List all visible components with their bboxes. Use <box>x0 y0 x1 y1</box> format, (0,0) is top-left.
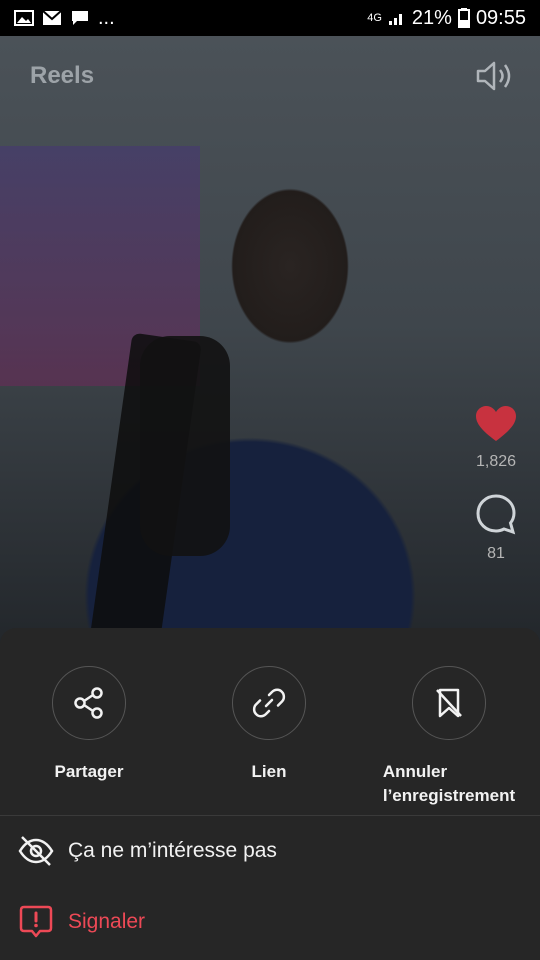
bookmark-remove-icon <box>436 688 462 718</box>
unsave-button[interactable]: Annuler l’enregistrement <box>374 666 524 808</box>
link-label: Lien <box>251 762 287 781</box>
comment-count: 81 <box>487 545 505 562</box>
unsave-label: Annuler l’enregistrement <box>383 760 515 808</box>
battery-icon <box>457 8 470 28</box>
report-icon <box>19 905 53 938</box>
sheet-divider <box>0 815 540 816</box>
report-label: Signaler <box>68 910 146 933</box>
not-interested-item[interactable]: Ça ne m’intéresse pas <box>18 833 277 869</box>
link-icon <box>252 688 286 718</box>
signal-icon <box>388 14 402 25</box>
share-button[interactable]: Partager <box>14 666 164 784</box>
unsave-label-line1: Annuler <box>382 762 448 781</box>
gallery-icon <box>14 10 34 26</box>
share-circle[interactable] <box>52 666 126 740</box>
status-left: ... <box>14 7 115 30</box>
status-bar: ... 4G 21% 09:55 <box>0 0 540 36</box>
reel-video[interactable] <box>0 36 540 676</box>
not-interested-label: Ça ne m’intéresse pas <box>68 839 277 862</box>
share-label: Partager <box>54 762 124 781</box>
link-circle[interactable] <box>232 666 306 740</box>
share-icon <box>74 687 103 719</box>
more-notifications: ... <box>98 6 115 29</box>
link-button[interactable]: Lien <box>194 666 344 784</box>
reel-actions: 1,826 81 <box>468 405 524 563</box>
like-count: 1,826 <box>475 453 517 470</box>
options-sheet: Partager Lien Annuler l’enregistrement Ç… <box>0 628 540 960</box>
clock: 09:55 <box>475 6 526 29</box>
comment-icon[interactable] <box>475 493 517 535</box>
quick-actions-row: Partager Lien Annuler l’enregistrement <box>0 666 540 806</box>
network-type: 4G <box>367 12 382 24</box>
mail-icon <box>42 10 62 25</box>
message-icon <box>72 11 88 25</box>
battery-percent: 21% <box>411 6 452 29</box>
unsave-label-line2: l’enregistrement <box>382 786 516 805</box>
status-right: 4G 21% 09:55 <box>367 7 526 30</box>
unsave-circle[interactable] <box>412 666 486 740</box>
report-item[interactable]: Signaler <box>18 904 145 940</box>
eye-off-icon <box>18 836 54 866</box>
page-title: Reels <box>30 62 95 89</box>
heart-icon[interactable] <box>475 405 517 443</box>
volume-icon[interactable] <box>474 58 514 94</box>
microphone <box>140 336 230 556</box>
